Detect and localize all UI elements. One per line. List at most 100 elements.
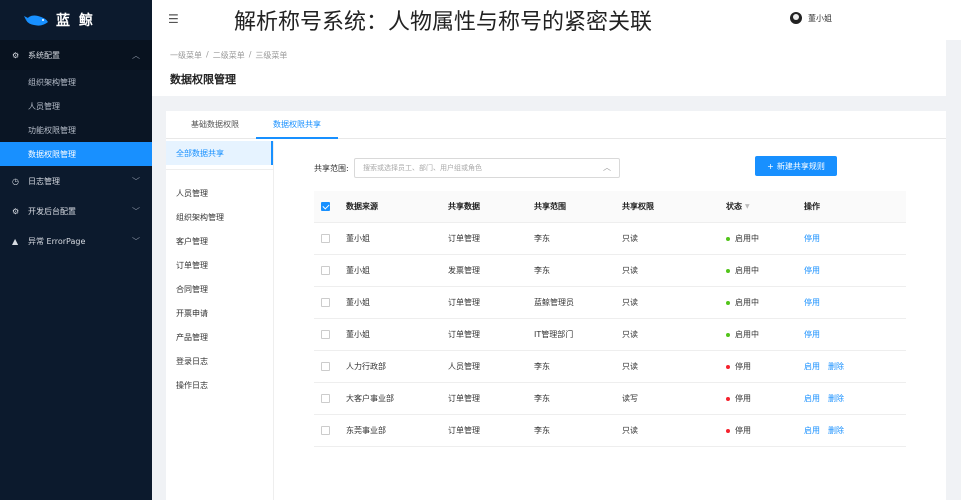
cell-actions: 停用 <box>796 297 906 308</box>
cell-data: 人员管理 <box>448 362 480 371</box>
action-link[interactable]: 启用 <box>804 425 820 436</box>
table-row: 大客户事业部 订单管理 李东 读写 停用 启用 删除 <box>314 383 906 415</box>
status-text: 启用中 <box>735 330 759 339</box>
breadcrumb-level-1[interactable]: 一级菜单 <box>170 50 202 61</box>
column-header-data: 共享数据 <box>448 202 480 211</box>
cell-permission: 只读 <box>622 426 638 435</box>
chevron-up-icon: ︿ <box>132 50 140 60</box>
module-nav-item[interactable]: 产品管理 <box>166 325 273 349</box>
breadcrumb-separator: / <box>248 50 252 59</box>
status-text: 停用 <box>735 394 751 403</box>
plus-icon: + <box>767 161 774 171</box>
breadcrumb: 一级菜单 / 二级菜单 / 三级菜单 <box>170 50 928 61</box>
module-nav-item-all[interactable]: 全部数据共享 <box>166 141 273 165</box>
cell-source: 人力行政部 <box>346 362 386 371</box>
module-nav-item[interactable]: 合同管理 <box>166 277 273 301</box>
cell-status: 启用中 <box>718 265 796 276</box>
module-nav-item[interactable]: 组织架构管理 <box>166 205 273 229</box>
new-share-rule-button[interactable]: + 新建共享规则 <box>755 156 837 176</box>
sidebar-group-dev-config[interactable]: ⚙ 开发后台配置 ﹀ <box>0 196 152 226</box>
column-header-status[interactable]: 状态 ▼ <box>718 201 796 212</box>
cell-status: 启用中 <box>718 297 796 308</box>
breadcrumb-level-3: 三级菜单 <box>255 51 288 60</box>
action-link[interactable]: 停用 <box>804 233 820 244</box>
action-link[interactable]: 停用 <box>804 297 820 308</box>
user-menu[interactable]: 董小姐 <box>790 12 832 24</box>
filter-icon[interactable]: ▼ <box>745 203 750 210</box>
row-checkbox[interactable] <box>320 266 330 275</box>
sidebar-group-label: 开发后台配置 <box>28 206 76 216</box>
action-link[interactable]: 停用 <box>804 329 820 340</box>
warning-icon: ▲ <box>12 236 19 246</box>
chevron-down-icon: ﹀ <box>132 236 140 246</box>
cell-permission: 读写 <box>622 394 638 403</box>
sidebar-item-data-permission[interactable]: 数据权限管理 <box>0 142 152 166</box>
submenu-system-config: 组织架构管理 人员管理 功能权限管理 数据权限管理 <box>0 70 152 166</box>
cell-scope: 蓝鲸管理员 <box>534 298 574 307</box>
tab-data-permission-share[interactable]: 数据权限共享 <box>256 111 338 139</box>
breadcrumb-panel: 一级菜单 / 二级菜单 / 三级菜单 数据权限管理 <box>152 40 946 96</box>
cell-source: 董小姐 <box>346 234 370 243</box>
sidebar-group-label: 日志管理 <box>28 176 60 186</box>
row-checkbox[interactable] <box>320 330 330 339</box>
table-row: 人力行政部 人员管理 李东 只读 停用 启用 删除 <box>314 351 906 383</box>
top-header: ☰ 解析称号系统：人物属性与称号的紧密关联 董小姐 <box>152 0 961 40</box>
sidebar-group-log[interactable]: ◷ 日志管理 ﹀ <box>0 166 152 196</box>
sidebar-item-function-permission[interactable]: 功能权限管理 <box>0 118 152 142</box>
module-nav-item[interactable]: 客户管理 <box>166 229 273 253</box>
action-link[interactable]: 删除 <box>828 425 844 436</box>
cell-data: 订单管理 <box>448 298 480 307</box>
action-link[interactable]: 删除 <box>828 361 844 372</box>
cell-data: 订单管理 <box>448 234 480 243</box>
sidebar-item-org-structure[interactable]: 组织架构管理 <box>0 70 152 94</box>
sidebar-group-system-config[interactable]: ⚙ 系统配置 ︿ <box>0 40 152 70</box>
cell-data: 发票管理 <box>448 266 480 275</box>
row-checkbox[interactable] <box>320 394 330 403</box>
sidebar-group-error[interactable]: ▲ 异常 ErrorPage ﹀ <box>0 226 152 256</box>
clock-icon: ◷ <box>12 176 19 186</box>
cell-actions: 启用 删除 <box>796 393 906 404</box>
new-share-rule-label: 新建共享规则 <box>776 161 825 171</box>
cell-permission: 只读 <box>622 234 638 243</box>
action-link[interactable]: 删除 <box>828 393 844 404</box>
cell-status: 启用中 <box>718 233 796 244</box>
breadcrumb-level-2[interactable]: 二级菜单 <box>213 50 245 61</box>
module-nav-item[interactable]: 订单管理 <box>166 253 273 277</box>
app-logo[interactable]: 蓝 鲸 <box>0 0 152 40</box>
gear-icon: ⚙ <box>12 50 20 60</box>
module-nav-item[interactable]: 人员管理 <box>166 181 273 205</box>
module-nav-item[interactable]: 登录日志 <box>166 349 273 373</box>
share-scope-label: 共享范围: <box>314 164 349 173</box>
sidebar-item-personnel[interactable]: 人员管理 <box>0 94 152 118</box>
cell-actions: 启用 删除 <box>796 425 906 436</box>
tab-basic-data-permission[interactable]: 基础数据权限 <box>174 111 256 138</box>
cell-source: 董小姐 <box>346 298 370 307</box>
settings-icon: ⚙ <box>12 206 20 216</box>
table-row: 董小姐 订单管理 IT管理部门 只读 启用中 停用 <box>314 319 906 351</box>
module-nav-item[interactable]: 开票申请 <box>166 301 273 325</box>
cell-scope: 李东 <box>534 362 550 371</box>
action-link[interactable]: 启用 <box>804 393 820 404</box>
sidebar-group-label: 系统配置 <box>28 50 60 60</box>
avatar <box>790 12 802 24</box>
overlay-title: 解析称号系统：人物属性与称号的紧密关联 <box>234 10 653 35</box>
cell-scope: IT管理部门 <box>534 330 574 339</box>
status-dot <box>726 236 730 241</box>
status-text: 启用中 <box>735 266 759 275</box>
row-checkbox[interactable] <box>320 426 330 435</box>
cell-permission: 只读 <box>622 362 638 371</box>
row-checkbox[interactable] <box>320 234 330 243</box>
status-text: 停用 <box>735 362 751 371</box>
module-nav-item[interactable]: 操作日志 <box>166 373 273 397</box>
status-dot <box>726 332 730 337</box>
row-checkbox[interactable] <box>320 362 330 371</box>
cell-status: 启用中 <box>718 329 796 340</box>
action-link[interactable]: 停用 <box>804 265 820 276</box>
cell-source: 东莞事业部 <box>346 426 386 435</box>
logo-text: 蓝 鲸 <box>56 13 95 29</box>
select-all-checkbox[interactable] <box>320 202 330 211</box>
row-checkbox[interactable] <box>320 298 330 307</box>
action-link[interactable]: 启用 <box>804 361 820 372</box>
share-scope-select[interactable]: 搜索或选择员工、部门、用户组或角色 ︿ <box>354 158 620 178</box>
menu-toggle-icon[interactable]: ☰ <box>168 12 179 26</box>
